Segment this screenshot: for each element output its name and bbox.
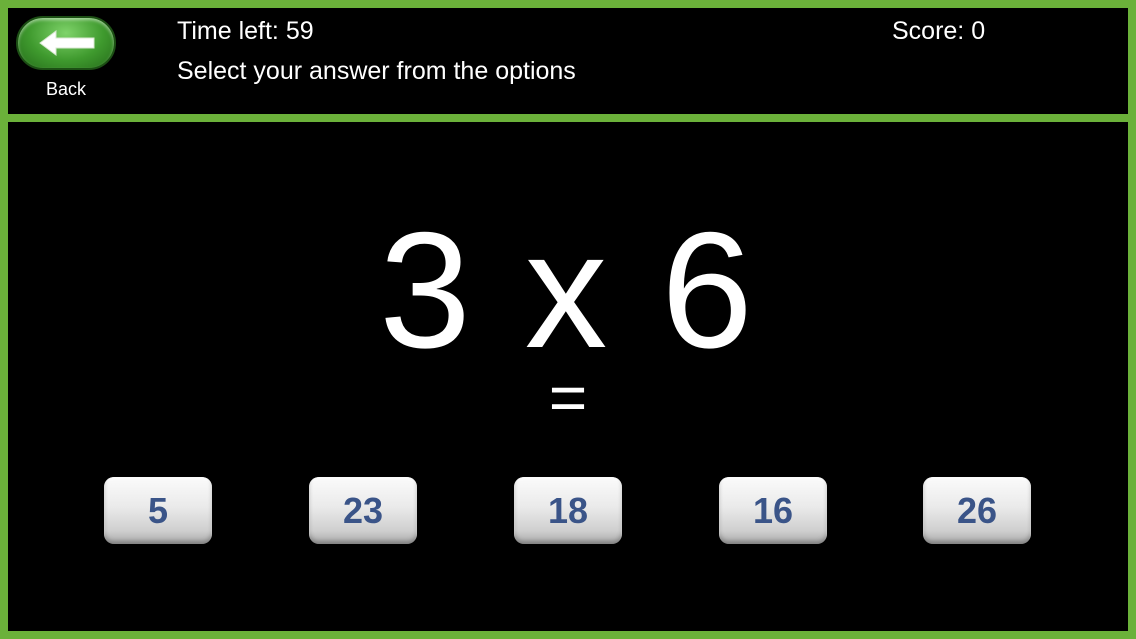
answer-button-2[interactable]: 23 bbox=[309, 477, 417, 544]
header-panel: Back Time left: 59 Select your answer fr… bbox=[8, 8, 1128, 114]
score-text: Score: 0 bbox=[892, 17, 986, 45]
game-frame: Back Time left: 59 Select your answer fr… bbox=[0, 0, 1136, 639]
equals-sign: = bbox=[548, 360, 588, 434]
answer-options: 5 23 18 16 26 bbox=[8, 477, 1128, 547]
left-arrow-icon bbox=[39, 30, 95, 56]
time-left-text: Time left: 59 bbox=[177, 17, 314, 45]
answer-button-5[interactable]: 26 bbox=[923, 477, 1031, 544]
question-expression: 3 x 6 bbox=[379, 198, 757, 382]
question-panel: 3 x 6 = 5 23 18 16 26 bbox=[8, 122, 1128, 631]
back-label: Back bbox=[45, 79, 87, 99]
back-button[interactable] bbox=[16, 16, 116, 70]
answer-button-1[interactable]: 5 bbox=[104, 477, 212, 544]
instruction-text: Select your answer from the options bbox=[177, 57, 576, 85]
answer-button-4[interactable]: 16 bbox=[719, 477, 827, 544]
answer-button-3[interactable]: 18 bbox=[514, 477, 622, 544]
